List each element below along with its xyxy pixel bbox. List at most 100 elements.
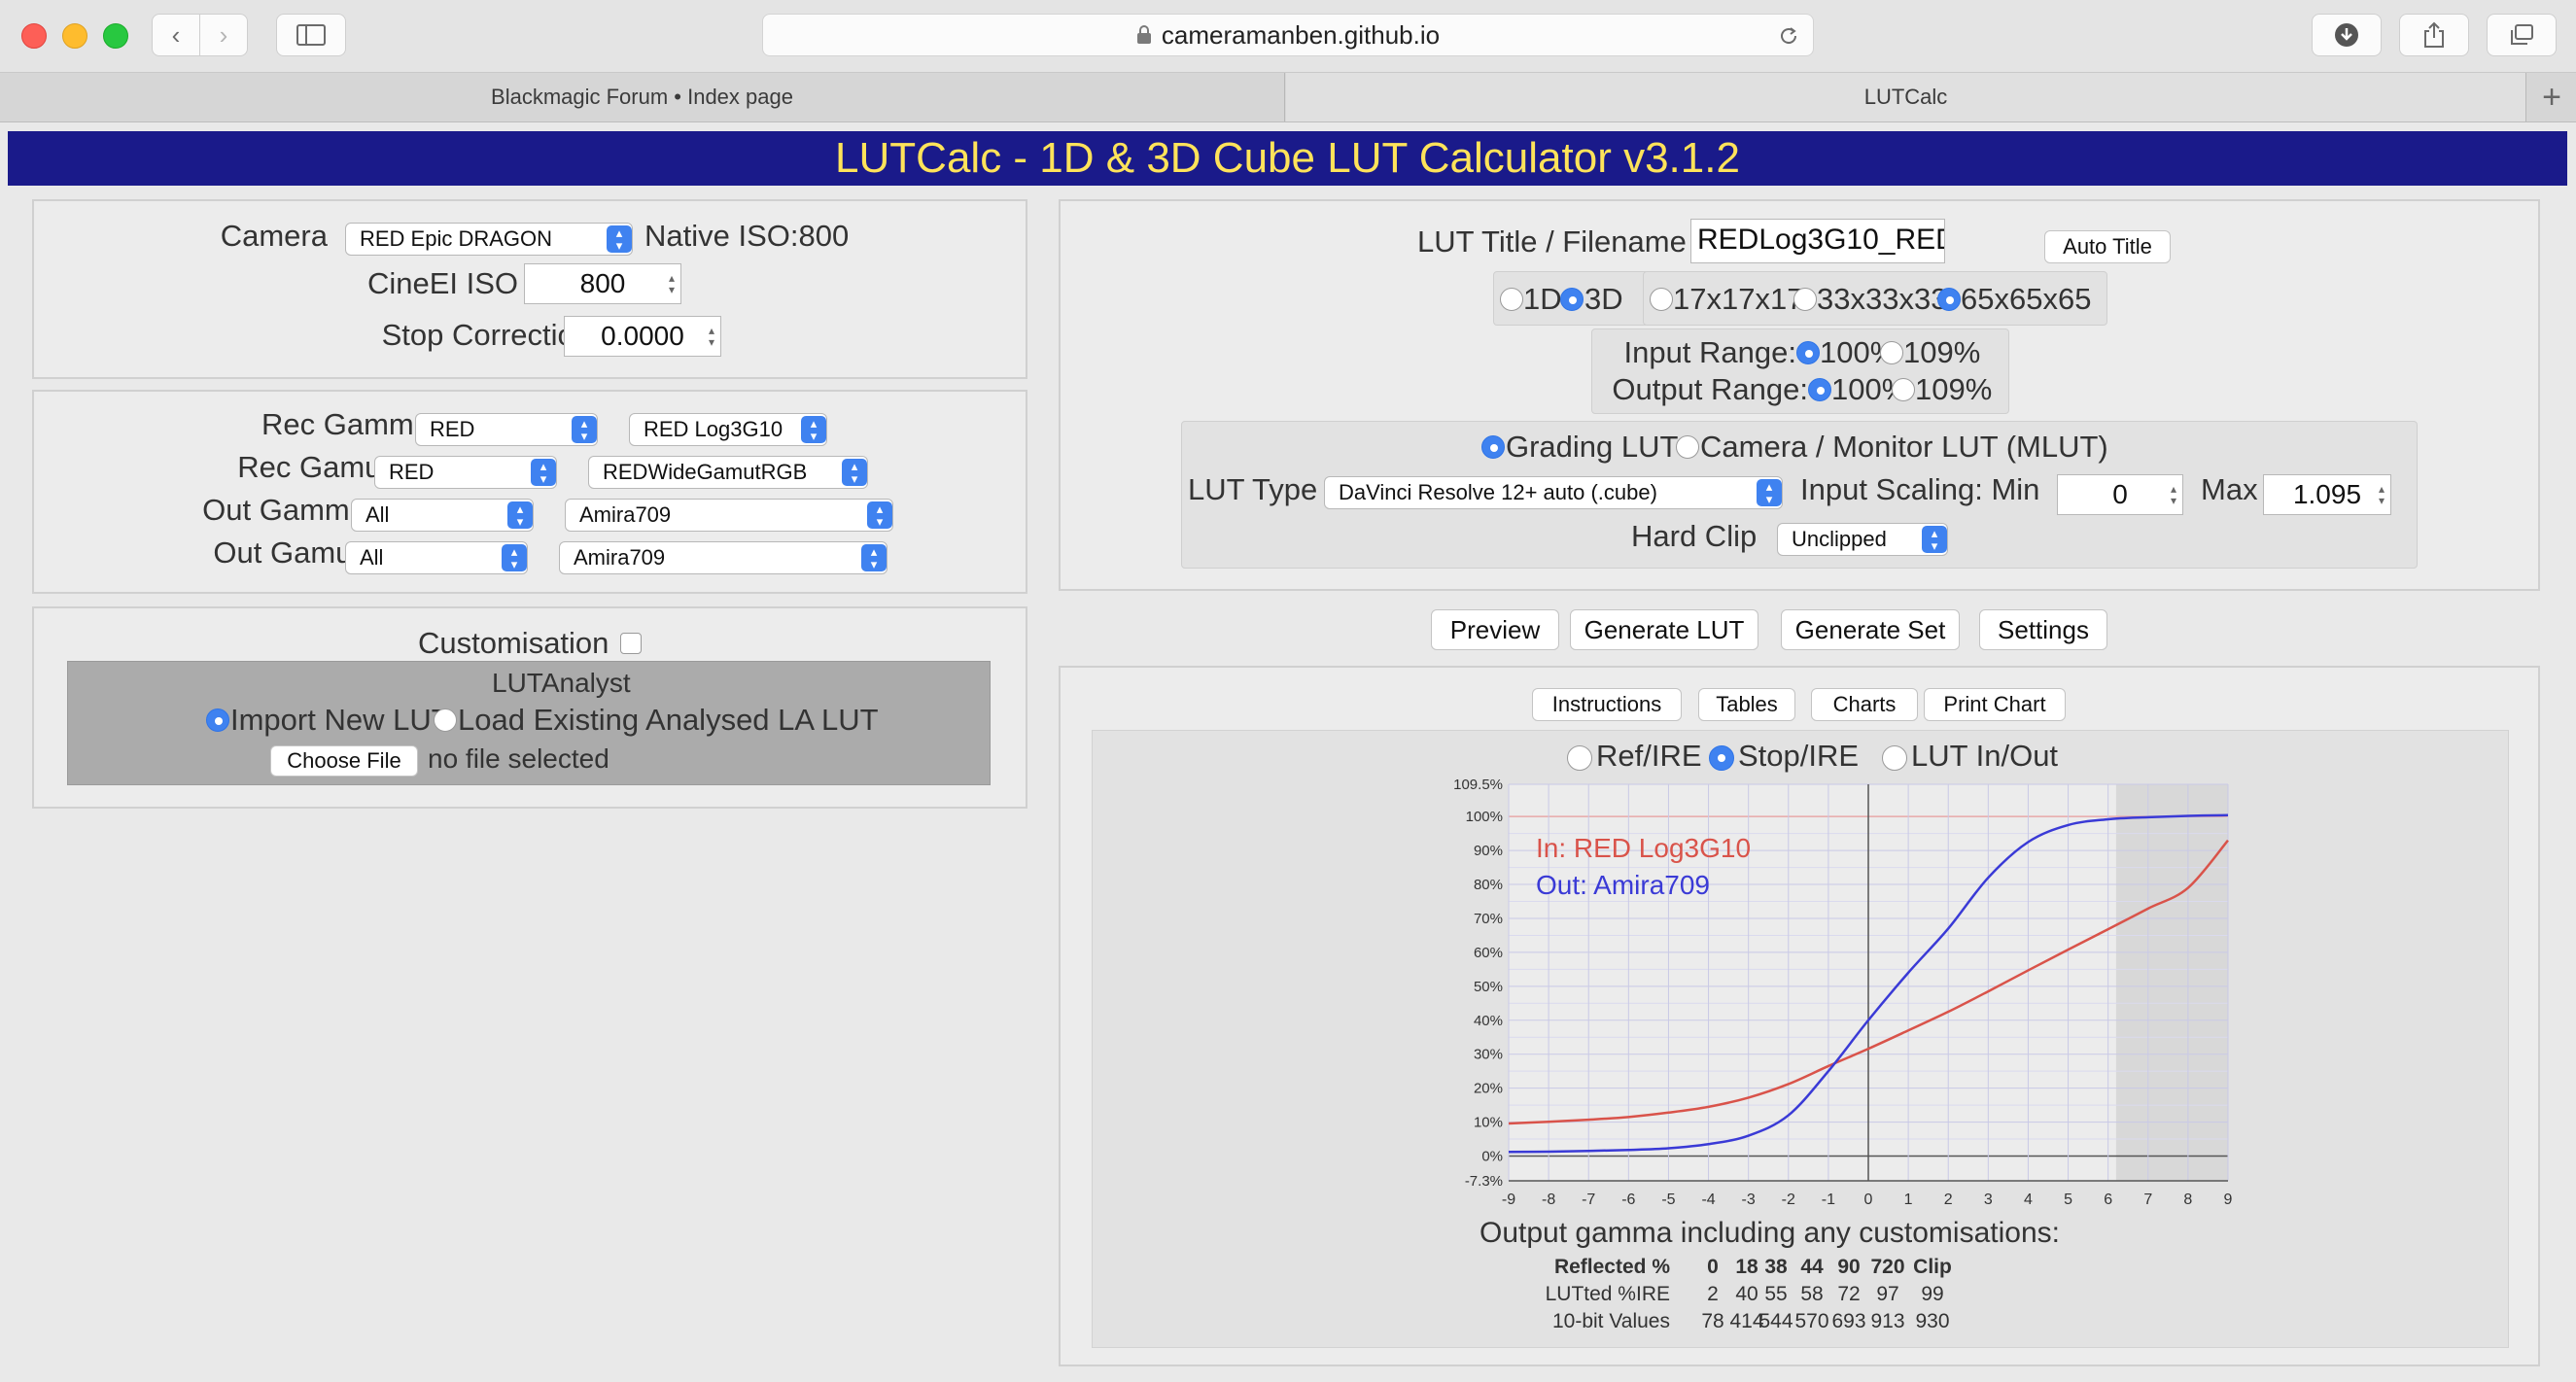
input-scaling-max-input[interactable]: 1.095 ▴ ▾ (2263, 474, 2391, 515)
back-button[interactable]: ‹ (152, 14, 200, 56)
input-scaling-min-value: 0 (2112, 479, 2128, 509)
generate-set-button[interactable]: Generate Set (1781, 609, 1960, 650)
generate-set-label: Generate Set (1794, 614, 1946, 644)
auto-title-button[interactable]: Auto Title (2044, 230, 2171, 263)
out-gamma-value: Amira709 (579, 502, 672, 527)
rec-gamma-select[interactable]: RED Log3G10 ▴ ▾ (629, 413, 827, 446)
browser-tab-forum[interactable]: Blackmagic Forum • Index page (0, 73, 1285, 121)
table-cell: 97 (1876, 1283, 1899, 1305)
instructions-tab-label: Instructions (1551, 692, 1662, 716)
input-range-109-label: 109% (1903, 335, 1981, 369)
cineei-iso-input[interactable]: 800 ▴ ▾ (524, 263, 681, 304)
grading-lut-radio[interactable] (1481, 435, 1505, 459)
input-range-100-radio[interactable] (1796, 341, 1820, 364)
out-gamut-family-value: All (360, 545, 384, 570)
import-new-lut-radio[interactable] (206, 708, 229, 732)
out-gamut-select[interactable]: Amira709 ▴ ▾ (559, 541, 888, 574)
x-tick-label: -8 (1542, 1192, 1555, 1208)
size-17-label: 17x17x17 (1673, 282, 1804, 316)
output-range-109-radio[interactable] (1892, 378, 1915, 401)
tables-tab[interactable]: Tables (1698, 688, 1795, 721)
customisation-panel: Customisation LUTAnalyst Import New LUT … (32, 606, 1027, 809)
settings-button[interactable]: Settings (1979, 609, 2107, 650)
lock-icon (1136, 25, 1151, 44)
size-17-radio[interactable] (1650, 288, 1673, 311)
lut-title-label: LUT Title / Filename (1417, 225, 1687, 259)
camera-select[interactable]: RED Epic DRAGON ▴ ▾ (345, 223, 633, 256)
select-arrows-icon: ▴ ▾ (531, 459, 556, 486)
browser-tab-lutcalc[interactable]: LUTCalc (1286, 73, 2526, 121)
minimize-window-button[interactable] (62, 23, 87, 49)
size-33-radio[interactable] (1793, 288, 1817, 311)
lut-title-input[interactable]: REDLog3G10_REDWide( (1690, 219, 1945, 263)
out-gamut-family-select[interactable]: All ▴ ▾ (345, 541, 528, 574)
out-gamut-label: Out Gamut (213, 536, 361, 570)
settings-label: Settings (1998, 614, 2089, 644)
3d-radio[interactable] (1560, 288, 1584, 311)
load-existing-lut-radio[interactable] (434, 708, 457, 732)
x-tick-label: 1 (1904, 1192, 1913, 1208)
lut-type-select[interactable]: DaVinci Resolve 12+ auto (.cube) ▴ ▾ (1324, 476, 1783, 509)
reload-icon[interactable] (1778, 25, 1799, 47)
select-arrows-icon: ▴ ▾ (861, 544, 887, 571)
x-tick-label: -6 (1621, 1192, 1635, 1208)
table-cell: 72 (1837, 1283, 1861, 1305)
rec-gamut-family-select[interactable]: RED ▴ ▾ (374, 456, 557, 489)
x-tick-label: -5 (1661, 1192, 1675, 1208)
choose-file-button[interactable]: Choose File (270, 745, 418, 777)
input-range-109-radio[interactable] (1880, 341, 1903, 364)
input-scaling-label: Input Scaling: Min (1800, 472, 2040, 506)
out-gamma-family-select[interactable]: All ▴ ▾ (351, 499, 534, 532)
size-65-label: 65x65x65 (1961, 282, 2092, 316)
table-cell: 58 (1800, 1283, 1824, 1305)
stop-ire-chart: 109.5% 100% 90% 80% 70% 60% 50% 40% 30% 20% 10% 0% -… (1453, 777, 2232, 1208)
new-tab-button[interactable]: + (2527, 73, 2576, 121)
customisation-checkbox[interactable] (620, 633, 642, 654)
y-tick-label: 100% (1466, 809, 1503, 825)
import-new-lut-label: Import New LUT (230, 703, 450, 737)
zoom-window-button[interactable] (103, 23, 128, 49)
chevron-right-icon: › (219, 19, 228, 50)
stepper-icon[interactable]: ▴ ▾ (2171, 483, 2176, 506)
y-tick-label: 90% (1474, 843, 1503, 859)
rec-gamut-family-value: RED (389, 460, 435, 484)
output-range-100-radio[interactable] (1808, 378, 1831, 401)
table-cell: 78 (1701, 1310, 1724, 1332)
table-cell: 44 (1800, 1256, 1824, 1278)
input-scaling-min-input[interactable]: 0 ▴ ▾ (2057, 474, 2183, 515)
page-title-bar: LUTCalc - 1D & 3D Cube LUT Calculator v3… (8, 131, 2567, 186)
forward-button[interactable]: › (199, 14, 248, 56)
legend-out-label: Out: Amira709 (1536, 870, 1710, 900)
print-chart-tab-label: Print Chart (1943, 692, 2046, 716)
tab-overview-button[interactable] (2487, 14, 2557, 56)
out-gamma-select[interactable]: Amira709 ▴ ▾ (565, 499, 893, 532)
instructions-tab[interactable]: Instructions (1532, 688, 1682, 721)
output-gamma-caption: Output gamma including any customisation… (1479, 1217, 2060, 1249)
stepper-icon[interactable]: ▴ ▾ (709, 325, 714, 348)
close-window-button[interactable] (21, 23, 47, 49)
rec-gamma-family-select[interactable]: RED ▴ ▾ (415, 413, 598, 446)
sidebar-toggle-button[interactable] (276, 14, 346, 56)
out-gamma-label: Out Gamma (202, 493, 366, 527)
x-tick-label: -2 (1782, 1192, 1795, 1208)
share-icon (2424, 21, 2444, 48)
tabs-icon (2511, 24, 2533, 45)
table-cell: Clip (1913, 1256, 1952, 1278)
stepper-icon[interactable]: ▴ ▾ (2379, 483, 2385, 506)
downloads-button[interactable] (2312, 14, 2382, 56)
size-65-radio[interactable] (1937, 288, 1961, 311)
table-cell: 2 (1707, 1283, 1719, 1305)
generate-lut-button[interactable]: Generate LUT (1570, 609, 1758, 650)
rec-gamut-select[interactable]: REDWideGamutRGB ▴ ▾ (588, 456, 868, 489)
share-button[interactable] (2399, 14, 2469, 56)
stepper-icon[interactable]: ▴ ▾ (669, 272, 675, 295)
charts-tab[interactable]: Charts (1811, 688, 1918, 721)
preview-button[interactable]: Preview (1431, 609, 1559, 650)
1d-radio[interactable] (1500, 288, 1523, 311)
hard-clip-select[interactable]: Unclipped ▴ ▾ (1777, 523, 1948, 556)
stop-correction-input[interactable]: 0.0000 ▴ ▾ (564, 316, 721, 357)
address-bar[interactable]: cameramanben.github.io (762, 14, 1814, 56)
print-chart-tab[interactable]: Print Chart (1924, 688, 2066, 721)
camera-monitor-lut-radio[interactable] (1676, 435, 1699, 459)
camera-select-value: RED Epic DRAGON (360, 226, 553, 251)
